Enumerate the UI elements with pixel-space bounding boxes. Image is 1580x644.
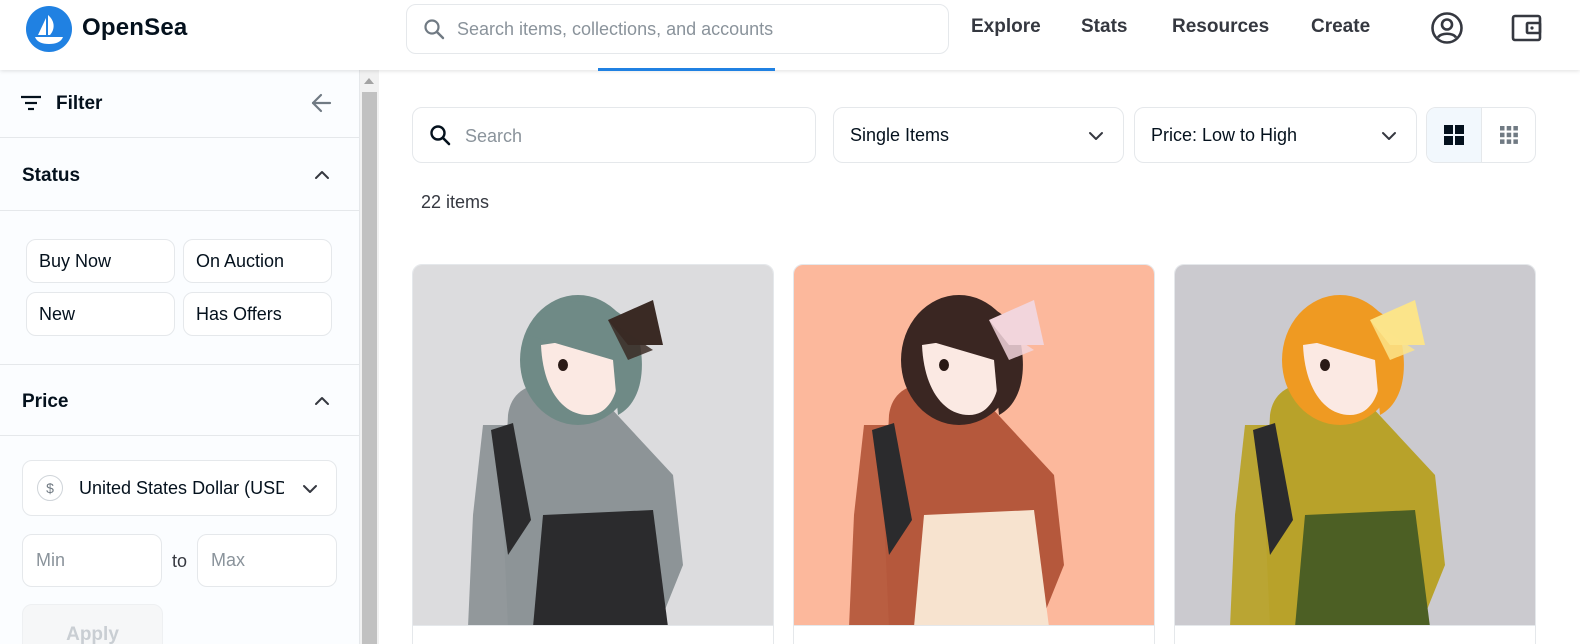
nft-image [413, 265, 773, 627]
grid-small-icon [1500, 126, 1518, 144]
nft-card[interactable] [1174, 264, 1536, 644]
wallet-icon[interactable] [1510, 11, 1544, 50]
price-section-header[interactable]: Price [0, 364, 360, 436]
large-grid-button[interactable] [1427, 108, 1482, 162]
collection-search[interactable] [412, 107, 816, 163]
range-to-label: to [172, 551, 188, 571]
price-max-input[interactable] [197, 534, 337, 587]
status-on-auction-button[interactable]: On Auction [183, 239, 332, 283]
chevron-up-icon [313, 394, 331, 412]
item-type-value: Single Items [850, 125, 950, 145]
sort-select[interactable]: Price: Low to High [1134, 107, 1417, 163]
status-new-button[interactable]: New [26, 292, 175, 336]
dollar-icon: $ [37, 475, 63, 501]
nft-card[interactable] [793, 264, 1155, 644]
chevron-down-icon [1087, 129, 1105, 147]
nav-explore[interactable]: Explore [971, 16, 1041, 38]
card-footer [794, 625, 1154, 644]
nft-card[interactable] [412, 264, 774, 644]
grid-large-icon [1444, 125, 1464, 145]
top-header: OpenSea Explore Stats Resources Create [0, 0, 1580, 70]
nav-create[interactable]: Create [1311, 16, 1370, 38]
nav-stats[interactable]: Stats [1081, 16, 1127, 38]
price-title: Price [22, 391, 69, 412]
price-min-input[interactable] [22, 534, 162, 587]
chevron-down-icon [1380, 129, 1398, 147]
collection-search-input[interactable] [465, 122, 795, 150]
sidebar-scrollbar[interactable] [360, 70, 379, 644]
brand-name[interactable]: OpenSea [82, 14, 187, 42]
search-icon [429, 124, 451, 151]
filter-icon [20, 94, 42, 117]
scroll-up-arrow-icon[interactable] [364, 78, 374, 84]
opensea-logo-icon[interactable] [26, 6, 72, 52]
back-arrow-icon[interactable] [310, 92, 332, 119]
card-footer [1175, 625, 1535, 644]
nav-resources[interactable]: Resources [1172, 16, 1269, 38]
item-type-select[interactable]: Single Items [833, 107, 1124, 163]
small-grid-button[interactable] [1482, 108, 1535, 162]
filter-sidebar: Filter Status Buy Now On Auction New Has… [0, 70, 360, 644]
global-search-input[interactable] [457, 15, 927, 43]
active-tab-indicator [598, 68, 775, 71]
sort-value: Price: Low to High [1151, 125, 1298, 145]
chevron-down-icon [301, 482, 319, 500]
filter-header[interactable]: Filter [0, 70, 360, 138]
scroll-thumb[interactable] [362, 92, 377, 644]
grid-view-toggle [1426, 107, 1536, 163]
card-footer [413, 625, 773, 644]
nft-image [794, 265, 1154, 627]
status-buy-now-button[interactable]: Buy Now [26, 239, 175, 283]
status-section-header[interactable]: Status [0, 139, 360, 211]
chevron-up-icon [313, 168, 331, 186]
status-title: Status [22, 165, 81, 186]
account-icon[interactable] [1430, 11, 1464, 50]
status-has-offers-button[interactable]: Has Offers [183, 292, 332, 336]
filter-label: Filter [56, 93, 103, 114]
nft-image [1175, 265, 1535, 627]
item-count: 22 items [421, 192, 490, 212]
search-icon [423, 18, 445, 45]
currency-select[interactable]: $ United States Dollar (USD) [22, 460, 337, 516]
global-search[interactable] [406, 4, 949, 54]
apply-button[interactable]: Apply [22, 604, 163, 644]
currency-value: United States Dollar (USD) [79, 478, 284, 498]
